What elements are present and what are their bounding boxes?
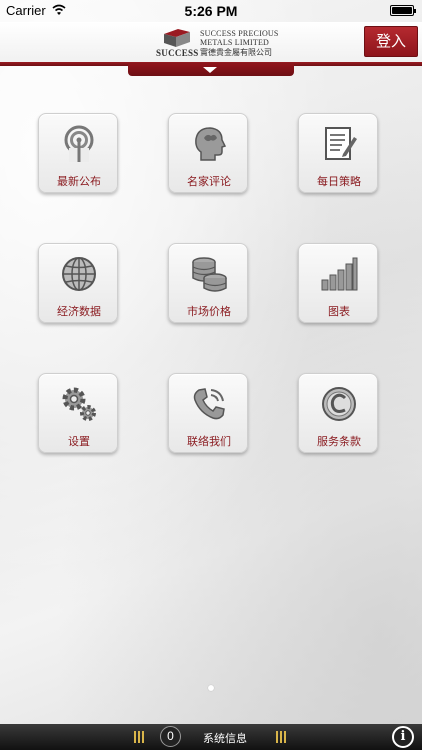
tile-settings[interactable]: 设置 [38, 373, 118, 453]
chevron-down-icon [203, 67, 217, 73]
logo-mark-icon [164, 29, 190, 47]
broadcast-icon [64, 125, 94, 162]
status-bar: Carrier 5:26 PM [0, 0, 422, 22]
tile-label: 最新公布 [57, 176, 101, 188]
bottom-bar: 0 系统信息 i [0, 724, 422, 750]
tile-daily-strategy[interactable]: 每日策略 [298, 113, 378, 193]
pulldown-tab[interactable] [128, 64, 294, 76]
battery-icon [390, 5, 416, 16]
system-info-label[interactable]: 系统信息 [190, 730, 260, 746]
login-button[interactable]: 登入 [364, 26, 418, 57]
tile-latest-announcements[interactable]: 最新公布 [38, 113, 118, 193]
head-profile-icon [195, 127, 227, 161]
gears-icon [62, 387, 96, 421]
copyright-icon [322, 387, 356, 421]
tile-label: 设置 [68, 436, 90, 448]
document-pen-icon [325, 127, 357, 160]
tile-label: 经济数据 [57, 306, 101, 318]
tile-label: 名家评论 [187, 176, 231, 188]
tile-label: 市场价格 [187, 306, 231, 318]
logo-line-3: 實德貴金屬有限公司 [200, 48, 272, 57]
tile-economic-data[interactable]: 经济数据 [38, 243, 118, 323]
tile-market-prices[interactable]: 市场价格 [168, 243, 248, 323]
right-bars-icon [276, 731, 288, 743]
tile-terms-of-service[interactable]: 服务条款 [298, 373, 378, 453]
tile-contact-us[interactable]: 联络我们 [168, 373, 248, 453]
phone-icon [193, 388, 225, 420]
logo-brand: SUCCESS [156, 48, 199, 58]
info-button[interactable]: i [392, 726, 414, 748]
tile-expert-commentary[interactable]: 名家评论 [168, 113, 248, 193]
logo-line-2: METALS LIMITED [200, 38, 270, 47]
message-count-badge[interactable]: 0 [160, 726, 181, 747]
bar-chart-icon [321, 257, 358, 291]
left-bars-icon [134, 731, 146, 743]
tile-label: 联络我们 [187, 436, 231, 448]
tile-label: 服务条款 [317, 436, 361, 448]
globe-icon [62, 257, 96, 291]
coins-stack-icon [192, 257, 227, 292]
logo-line-1: SUCCESS PRECIOUS [200, 29, 279, 38]
tile-label: 每日策略 [317, 176, 361, 188]
tile-label: 图表 [328, 306, 350, 318]
company-logo: SUCCESS SUCCESS PRECIOUS METALS LIMITED … [156, 26, 286, 60]
tile-charts[interactable]: 图表 [298, 243, 378, 323]
page-indicator-dot [208, 685, 214, 691]
clock: 5:26 PM [184, 3, 238, 19]
